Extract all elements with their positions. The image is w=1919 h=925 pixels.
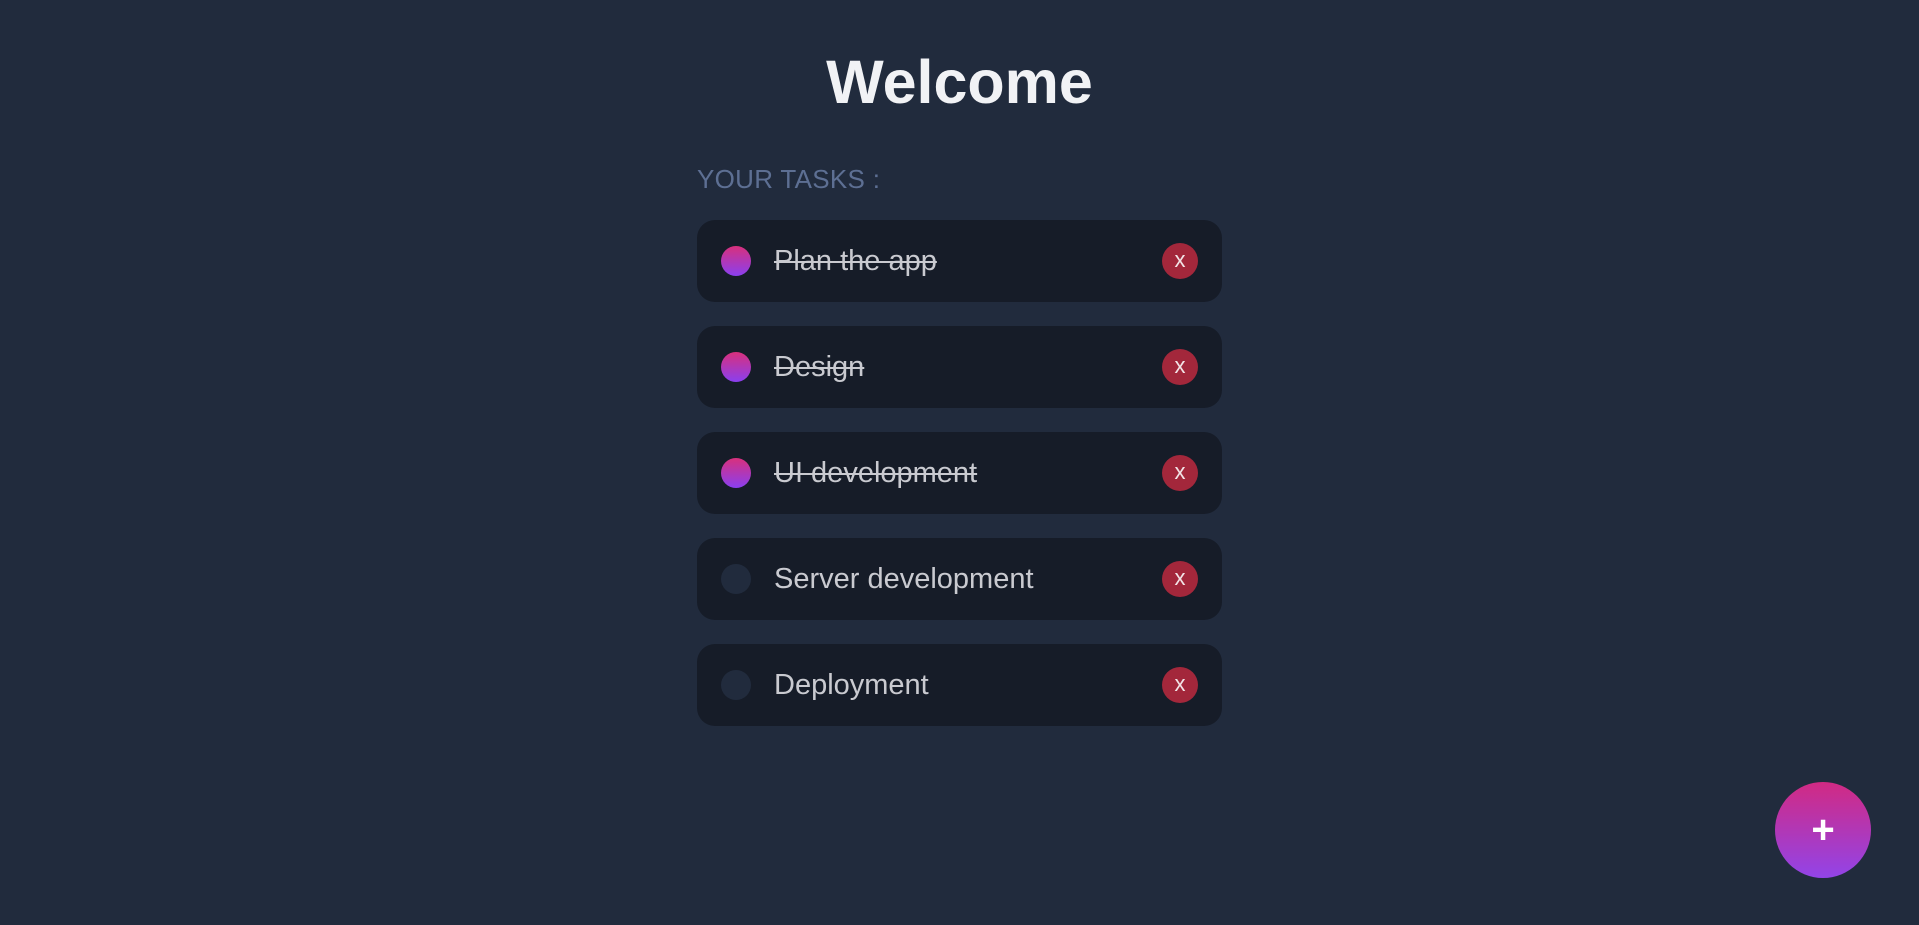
task-item[interactable]: Design x: [697, 326, 1222, 408]
task-label: UI development: [774, 457, 978, 489]
task-checkbox[interactable]: [721, 246, 751, 276]
task-checkbox[interactable]: [721, 564, 751, 594]
plus-icon: +: [1811, 808, 1835, 852]
task-item[interactable]: Server development x: [697, 538, 1222, 620]
tasks-heading: YOUR TASKS :: [697, 164, 881, 194]
task-item[interactable]: UI development x: [697, 432, 1222, 514]
delete-task-button[interactable]: x: [1162, 561, 1198, 597]
task-label: Server development: [774, 563, 1034, 595]
task-item[interactable]: Plan the app x: [697, 220, 1222, 302]
delete-task-button[interactable]: x: [1162, 349, 1198, 385]
delete-task-button[interactable]: x: [1162, 667, 1198, 703]
page-title: Welcome: [826, 48, 1093, 116]
task-checkbox[interactable]: [721, 352, 751, 382]
task-checkbox[interactable]: [721, 670, 751, 700]
delete-task-button[interactable]: x: [1162, 455, 1198, 491]
delete-task-button[interactable]: x: [1162, 243, 1198, 279]
add-task-button[interactable]: +: [1775, 782, 1871, 878]
task-list: Plan the app x Design x UI development x…: [697, 220, 1222, 750]
task-label: Plan the app: [774, 245, 937, 277]
task-checkbox[interactable]: [721, 458, 751, 488]
task-item[interactable]: Deployment x: [697, 644, 1222, 726]
task-label: Design: [774, 351, 865, 383]
task-label: Deployment: [774, 669, 929, 701]
